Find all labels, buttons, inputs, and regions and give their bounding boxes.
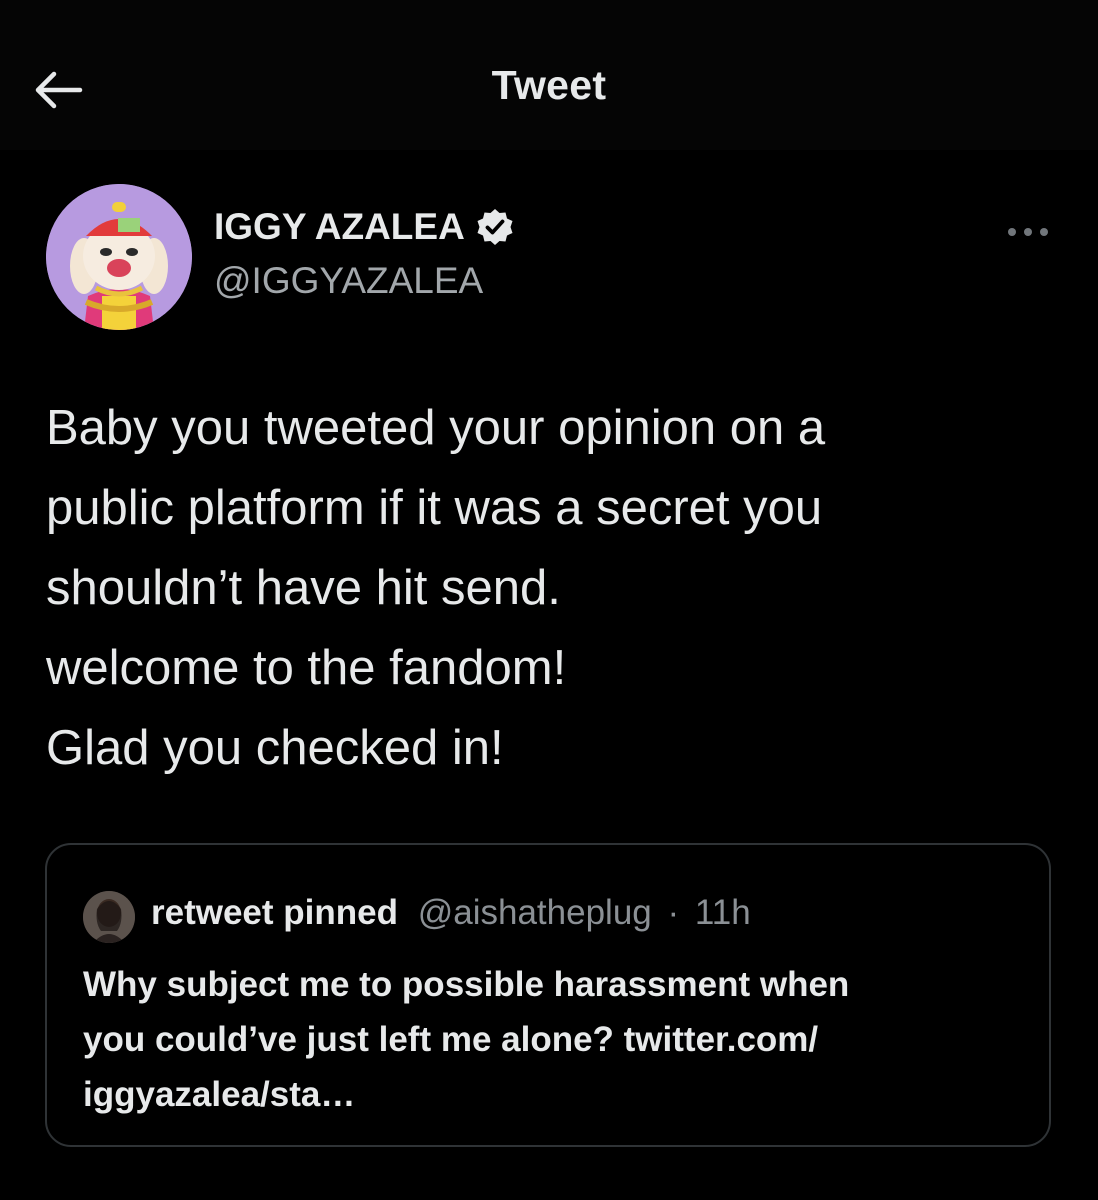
tweet-line: Baby you tweeted your opinion on a [46,401,826,455]
quoted-line: you could’ve just left me alone? twitter… [83,1020,819,1059]
tweet-line: Glad you checked in! [46,721,504,775]
more-horizontal-icon [1008,228,1048,236]
quoted-line: Why subject me to possible harassment wh… [83,965,850,1004]
quoted-tweet-text: Why subject me to possible harassment wh… [83,957,1033,1122]
page-title: Tweet [491,62,607,108]
tweet-line: public platform if it was a secret you [46,481,823,535]
author-name[interactable]: IGGY AZALEA [214,206,515,248]
quoted-tweet-card[interactable]: retweet pinned @aishatheplug · 11h Why s… [45,843,1051,1147]
quoted-author-avatar [83,891,135,943]
top-bar: Tweet [0,0,1098,150]
author-display-name: IGGY AZALEA [214,206,465,247]
tweet-line: shouldn’t have hit send. [46,561,561,615]
quoted-avatar-image [83,891,135,943]
quoted-tweet-header: retweet pinned @aishatheplug · 11h [151,893,751,933]
tweet-line: welcome to the fandom! [46,641,567,695]
quoted-display-name: retweet pinned [151,893,398,932]
author-avatar[interactable] [46,184,192,330]
quoted-timestamp: 11h [694,893,751,932]
avatar-image [46,184,192,330]
author-handle[interactable]: @IGGYAZALEA [214,260,483,302]
quoted-handle: @aishatheplug [417,893,652,932]
tweet-text: Baby you tweeted your opinion on a publi… [46,388,1056,788]
separator-dot: · [667,893,680,932]
more-options-button[interactable] [998,214,1058,250]
verified-badge-icon [477,209,513,245]
quoted-line: iggyazalea/sta… [83,1075,356,1114]
